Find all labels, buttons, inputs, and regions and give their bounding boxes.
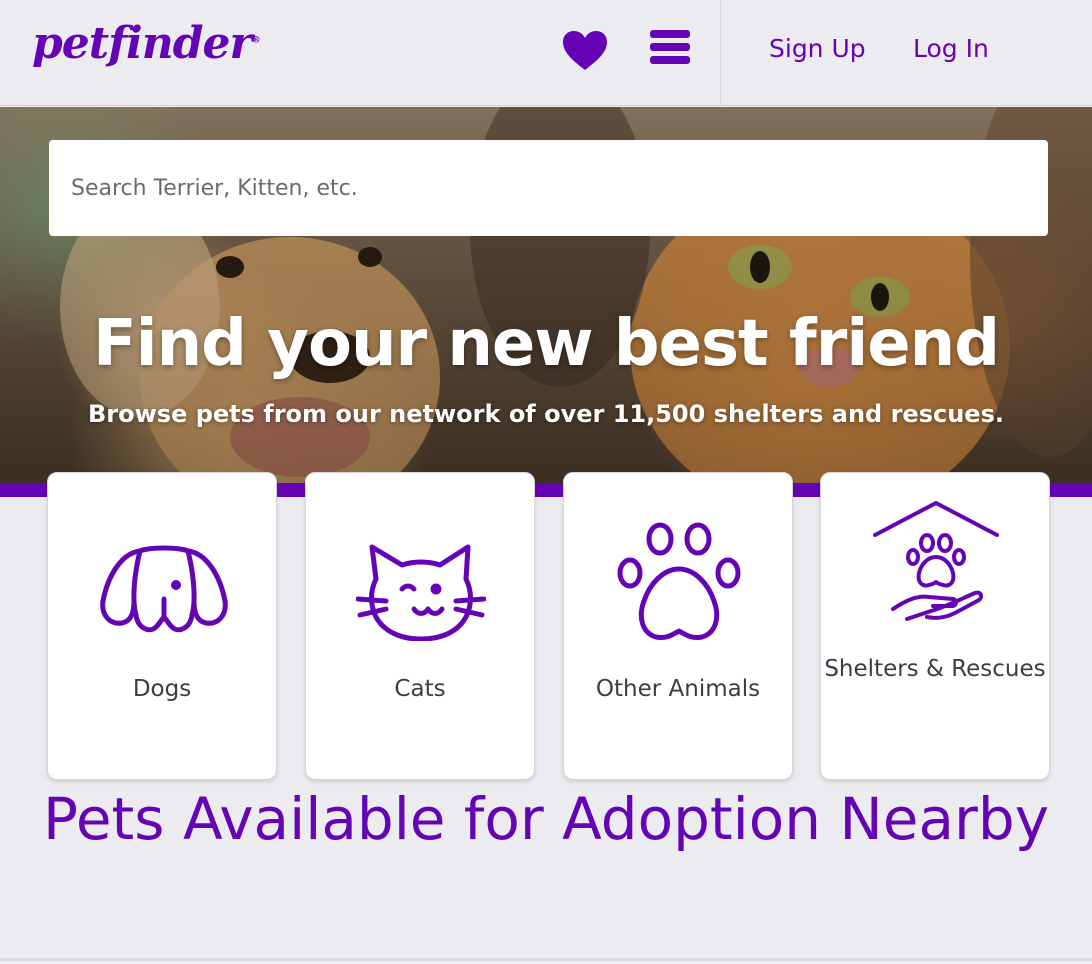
- category-card-cats[interactable]: Cats: [305, 472, 535, 780]
- category-label-cats: Cats: [394, 676, 446, 702]
- category-label-dogs: Dogs: [132, 676, 192, 702]
- heart-icon: [563, 31, 607, 70]
- section-title: Pets Available for Adoption Nearby: [42, 785, 1050, 853]
- site-header: petfinder® Sign Up Log In: [0, 0, 1092, 106]
- registered-mark: ®: [251, 35, 261, 46]
- petfinder-logo[interactable]: petfinder®: [32, 18, 261, 69]
- header-divider: [720, 0, 721, 106]
- category-card-dogs[interactable]: Dogs: [47, 472, 277, 780]
- paw-icon: [617, 522, 741, 640]
- sign-up-link[interactable]: Sign Up: [769, 34, 866, 63]
- category-label-other-animals: Other Animals: [595, 676, 761, 702]
- favorites-button[interactable]: [562, 30, 608, 72]
- category-card-other-animals[interactable]: Other Animals: [563, 472, 793, 780]
- shelter-hand-icon: [873, 501, 999, 621]
- search-input[interactable]: [49, 140, 1048, 236]
- hamburger-bar: [650, 43, 690, 51]
- log-in-link[interactable]: Log In: [913, 34, 989, 63]
- hero-subtitle: Browse pets from our network of over 11,…: [88, 400, 1004, 428]
- menu-button[interactable]: [650, 30, 690, 70]
- hamburger-menu-icon: [650, 30, 690, 38]
- category-label-shelters-rescues: Shelters & Rescues: [824, 656, 1046, 682]
- hamburger-bar: [650, 56, 690, 64]
- hero-title: Find your new best friend: [92, 307, 1000, 381]
- cat-icon: [356, 544, 486, 641]
- logo-text: petfinder: [32, 18, 253, 69]
- dog-icon: [100, 545, 228, 633]
- bottom-divider: [0, 958, 1092, 961]
- category-card-shelters-rescues[interactable]: Shelters & Rescues: [820, 472, 1050, 780]
- hero-banner: Find your new best friend Browse pets fr…: [0, 107, 1092, 483]
